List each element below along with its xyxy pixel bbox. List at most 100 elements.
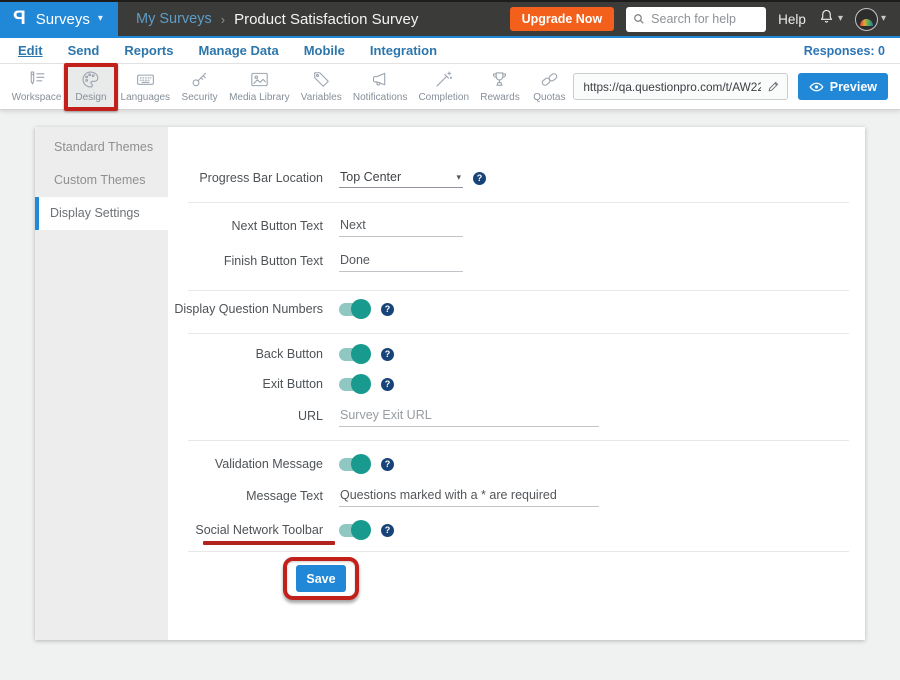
- progress-bar-location-label: Progress Bar Location: [168, 171, 323, 185]
- chevron-down-icon: ▾: [838, 14, 843, 24]
- breadcrumb: My Surveys › Product Satisfaction Survey: [136, 11, 418, 28]
- themes-sidebar: Standard Themes Custom Themes Display Se…: [35, 127, 168, 640]
- back-button-label: Back Button: [168, 347, 323, 361]
- app-window: P Surveys ▾ My Surveys › Product Satisfa…: [0, 0, 900, 680]
- toolbar-rewards[interactable]: Rewards: [475, 64, 526, 110]
- divider: [188, 440, 849, 441]
- sidebar-item-display-settings[interactable]: Display Settings: [35, 197, 168, 230]
- toolbar-item-label: Variables: [301, 92, 342, 103]
- bell-icon: [818, 7, 835, 31]
- header-actions: Upgrade Now Help ▾ ▾: [510, 7, 900, 32]
- toolbar-security[interactable]: Security: [176, 64, 224, 110]
- search-icon: [633, 13, 645, 25]
- toggle-knob: [351, 344, 371, 364]
- finish-button-text-label: Finish Button Text: [168, 254, 323, 268]
- divider: [188, 333, 849, 334]
- tab-manage-data[interactable]: Manage Data: [198, 43, 278, 58]
- tab-edit[interactable]: Edit: [18, 43, 43, 58]
- notifications-megaphone-icon: [370, 69, 391, 90]
- avatar-gauge-graphic: [860, 19, 873, 26]
- search-input[interactable]: [651, 12, 759, 26]
- toggle-knob: [351, 299, 371, 319]
- help-icon[interactable]: ?: [381, 524, 394, 537]
- page-title: Product Satisfaction Survey: [234, 11, 418, 28]
- top-header: P Surveys ▾ My Surveys › Product Satisfa…: [0, 2, 900, 38]
- avatar: [855, 8, 878, 31]
- help-link[interactable]: Help: [778, 12, 806, 27]
- help-icon[interactable]: ?: [381, 458, 394, 471]
- toolbar-item-label: Security: [182, 92, 218, 103]
- sidebar-item-standard-themes[interactable]: Standard Themes: [35, 131, 168, 164]
- progress-bar-location-select[interactable]: Top Center ▾: [339, 168, 463, 188]
- workspace-icon: [26, 69, 47, 90]
- toolbar-languages[interactable]: Languages: [115, 64, 176, 110]
- app-switcher[interactable]: P Surveys ▾: [0, 2, 118, 36]
- sidebar-item-custom-themes[interactable]: Custom Themes: [35, 164, 168, 197]
- exit-url-input[interactable]: [339, 406, 599, 427]
- toggle-knob: [351, 374, 371, 394]
- toggle-knob: [351, 454, 371, 474]
- exit-button-toggle[interactable]: [339, 378, 369, 391]
- app-menu-label: Surveys: [36, 11, 90, 28]
- toolbar-item-label: Quotas: [533, 92, 565, 103]
- chevron-down-icon: ▾: [456, 172, 461, 183]
- finish-button-text-input[interactable]: [339, 251, 463, 272]
- edit-url-button[interactable]: [761, 74, 787, 99]
- selected-value: Top Center: [340, 170, 401, 184]
- breadcrumb-my-surveys[interactable]: My Surveys: [136, 11, 212, 27]
- eye-icon: [809, 81, 824, 93]
- toolbar-item-label: Rewards: [480, 92, 519, 103]
- help-icon[interactable]: ?: [381, 378, 394, 391]
- toolbar-item-label: Notifications: [353, 92, 407, 103]
- media-library-image-icon: [249, 69, 270, 90]
- toolbar-variables[interactable]: Variables: [295, 64, 347, 110]
- languages-keyboard-icon: [135, 69, 156, 90]
- divider: [188, 290, 849, 291]
- toolbar-media-library[interactable]: Media Library: [224, 64, 296, 110]
- toggle-knob: [351, 520, 371, 540]
- validation-message-toggle[interactable]: [339, 458, 369, 471]
- toolbar-item-label: Languages: [121, 92, 171, 103]
- display-question-numbers-toggle[interactable]: [339, 303, 369, 316]
- annotation-underline-social: [203, 541, 335, 545]
- validation-message-label: Validation Message: [168, 457, 323, 471]
- toolbar-item-label: Design: [75, 92, 106, 103]
- rewards-trophy-icon: [489, 69, 510, 90]
- help-icon[interactable]: ?: [381, 348, 394, 361]
- account-menu[interactable]: ▾: [855, 8, 886, 31]
- survey-url-value: https://qa.questionpro.com/t/AW22Zcq2J: [583, 80, 760, 94]
- tab-reports[interactable]: Reports: [124, 43, 173, 58]
- survey-url-box: https://qa.questionpro.com/t/AW22Zcq2J: [573, 73, 787, 100]
- back-button-toggle[interactable]: [339, 348, 369, 361]
- save-button[interactable]: Save: [296, 565, 346, 592]
- save-area: Save: [296, 565, 346, 592]
- questionpro-logo: P: [13, 8, 26, 30]
- preview-button[interactable]: Preview: [798, 73, 888, 100]
- help-icon[interactable]: ?: [381, 303, 394, 316]
- social-network-toolbar-toggle[interactable]: [339, 524, 369, 537]
- help-icon[interactable]: ?: [473, 172, 486, 185]
- exit-url-label: URL: [168, 409, 323, 423]
- notifications-menu[interactable]: ▾: [818, 7, 843, 31]
- toolbar-quotas[interactable]: Quotas: [525, 64, 573, 110]
- variables-tag-icon: [311, 69, 332, 90]
- upgrade-now-button[interactable]: Upgrade Now: [510, 7, 615, 31]
- preview-label: Preview: [830, 80, 877, 94]
- toolbar-notifications[interactable]: Notifications: [347, 64, 413, 110]
- chevron-down-icon: ▾: [881, 14, 886, 24]
- toolbar-completion[interactable]: Completion: [413, 64, 475, 110]
- message-text-input[interactable]: [339, 486, 599, 507]
- security-key-icon: [189, 69, 210, 90]
- help-search-box[interactable]: [626, 7, 766, 32]
- responses-count: Responses: 0: [804, 44, 885, 58]
- display-question-numbers-label: Display Question Numbers: [168, 302, 323, 316]
- toolbar-workspace[interactable]: Workspace: [6, 64, 67, 110]
- breadcrumb-separator: ›: [221, 12, 225, 27]
- message-text-label: Message Text: [168, 489, 323, 503]
- toolbar-design[interactable]: Design: [67, 64, 115, 110]
- tab-send[interactable]: Send: [68, 43, 100, 58]
- tab-mobile[interactable]: Mobile: [304, 43, 345, 58]
- next-button-text-label: Next Button Text: [168, 219, 323, 233]
- next-button-text-input[interactable]: [339, 216, 463, 237]
- tab-integration[interactable]: Integration: [370, 43, 437, 58]
